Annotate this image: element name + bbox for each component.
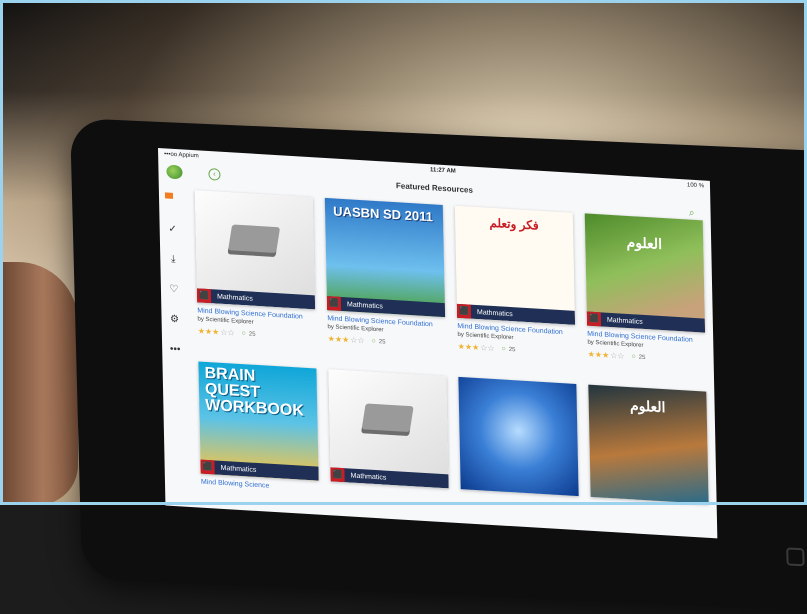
resource-card[interactable]: ⬛ Mathmatics xyxy=(328,369,449,501)
heart-icon[interactable]: ♡ xyxy=(167,283,181,298)
resource-title[interactable]: Mind Blowing Science xyxy=(201,479,319,494)
category-bar: ⬛ Mathmatics xyxy=(586,311,706,333)
gear-icon[interactable]: ⚙ xyxy=(167,313,181,328)
category-label: Mathmatics xyxy=(220,464,257,474)
star-rating: ★★★ ☆☆ ○ 25 xyxy=(587,349,646,361)
hand xyxy=(0,262,78,505)
cover-title: UASBN SD 2011 xyxy=(333,203,434,225)
cover-title: فكر وتعلم xyxy=(489,215,539,233)
star-rating: ★★★ ☆☆ ○ 25 xyxy=(327,334,386,346)
comment-count: 25 xyxy=(248,330,256,338)
resource-card[interactable]: العلوم xyxy=(588,384,709,517)
battery-label: 100 % xyxy=(686,182,705,190)
category-bar: ⬛ Mathmatics xyxy=(330,467,449,489)
cover-image: BRAIN QUEST WORKBOOK ⬛ Mathmatics xyxy=(198,361,319,481)
pdf-icon: ⬛ xyxy=(330,467,345,483)
clock: 11:27 AM xyxy=(429,167,456,175)
star-rating: ★★★ ☆☆ ○ 25 xyxy=(457,341,516,354)
cover-image xyxy=(458,376,579,497)
pdf-icon: ⬛ xyxy=(326,296,342,311)
star-rating: ★★★ ☆☆ ○ 25 xyxy=(197,326,256,338)
category-bar: ⬛ Mathmatics xyxy=(200,459,319,481)
resource-card[interactable]: ⬛ Mathmatics Mind Blowing Science Founda… xyxy=(194,190,316,342)
flag-icon[interactable] xyxy=(164,192,179,207)
category-label: Mathmatics xyxy=(476,308,513,318)
pdf-icon: ⬛ xyxy=(200,459,215,475)
cover-title: العلوم xyxy=(629,397,666,416)
pdf-icon: ⬛ xyxy=(586,311,602,327)
carrier-label: •••oo Appium xyxy=(164,151,199,160)
book-icon xyxy=(227,224,281,258)
comment-count: 25 xyxy=(378,338,386,346)
resource-card[interactable]: BRAIN QUEST WORKBOOK ⬛ Mathmatics Mind B… xyxy=(198,361,319,493)
cover-image: ⬛ Mathmatics xyxy=(194,190,316,310)
cover-image: العلوم ⬛ Mathmatics xyxy=(584,213,706,333)
category-bar: ⬛ Mathmatics xyxy=(326,296,446,318)
pdf-icon: ⬛ xyxy=(196,288,212,304)
search-icon[interactable]: ⌕ xyxy=(689,208,695,219)
home-button xyxy=(786,547,805,567)
resource-card[interactable] xyxy=(458,376,579,509)
comment-count: 25 xyxy=(638,354,646,361)
download-icon[interactable]: ⤓ xyxy=(166,253,180,268)
tablet-screen: •••oo Appium 11:27 AM 100 % ‹ Featured R… xyxy=(158,148,718,539)
sidebar: ✓ ⤓ ♡ ⚙ ••• xyxy=(159,182,189,358)
cover-image: UASBN SD 2011 ⬛ Mathmatics xyxy=(324,197,446,318)
cover-image: فكر وتعلم ⬛ Mathmatics xyxy=(454,205,576,325)
comment-icon: ○ xyxy=(631,353,636,361)
check-icon[interactable]: ✓ xyxy=(166,222,180,237)
cover-image: العلوم xyxy=(588,384,709,504)
category-label: Mathmatics xyxy=(346,300,383,310)
book-icon xyxy=(361,403,414,436)
cover-image: ⬛ Mathmatics xyxy=(328,369,449,489)
comment-icon: ○ xyxy=(241,330,246,338)
resource-grid: ⬛ Mathmatics Mind Blowing Science Founda… xyxy=(194,190,709,517)
comment-icon: ○ xyxy=(501,345,506,353)
resource-card[interactable]: UASBN SD 2011 ⬛ Mathmatics Mind Blowing … xyxy=(324,197,446,350)
category-label: Mathmatics xyxy=(606,316,643,326)
category-label: Mathmatics xyxy=(216,293,253,303)
comment-count: 25 xyxy=(508,346,516,353)
resource-card[interactable]: فكر وتعلم ⬛ Mathmatics Mind Blowing Scie… xyxy=(454,205,576,358)
more-icon[interactable]: ••• xyxy=(168,343,182,358)
cover-title: BRAIN QUEST WORKBOOK xyxy=(204,364,305,420)
cover-title: العلوم xyxy=(626,233,663,253)
comment-icon: ○ xyxy=(371,337,376,346)
resource-card[interactable]: العلوم ⬛ Mathmatics Mind Blowing Science… xyxy=(584,213,706,365)
category-bar: ⬛ Mathmatics xyxy=(196,288,316,310)
category-label: Mathmatics xyxy=(350,472,387,482)
pdf-icon: ⬛ xyxy=(456,303,472,319)
category-bar: ⬛ Mathmatics xyxy=(456,303,576,325)
